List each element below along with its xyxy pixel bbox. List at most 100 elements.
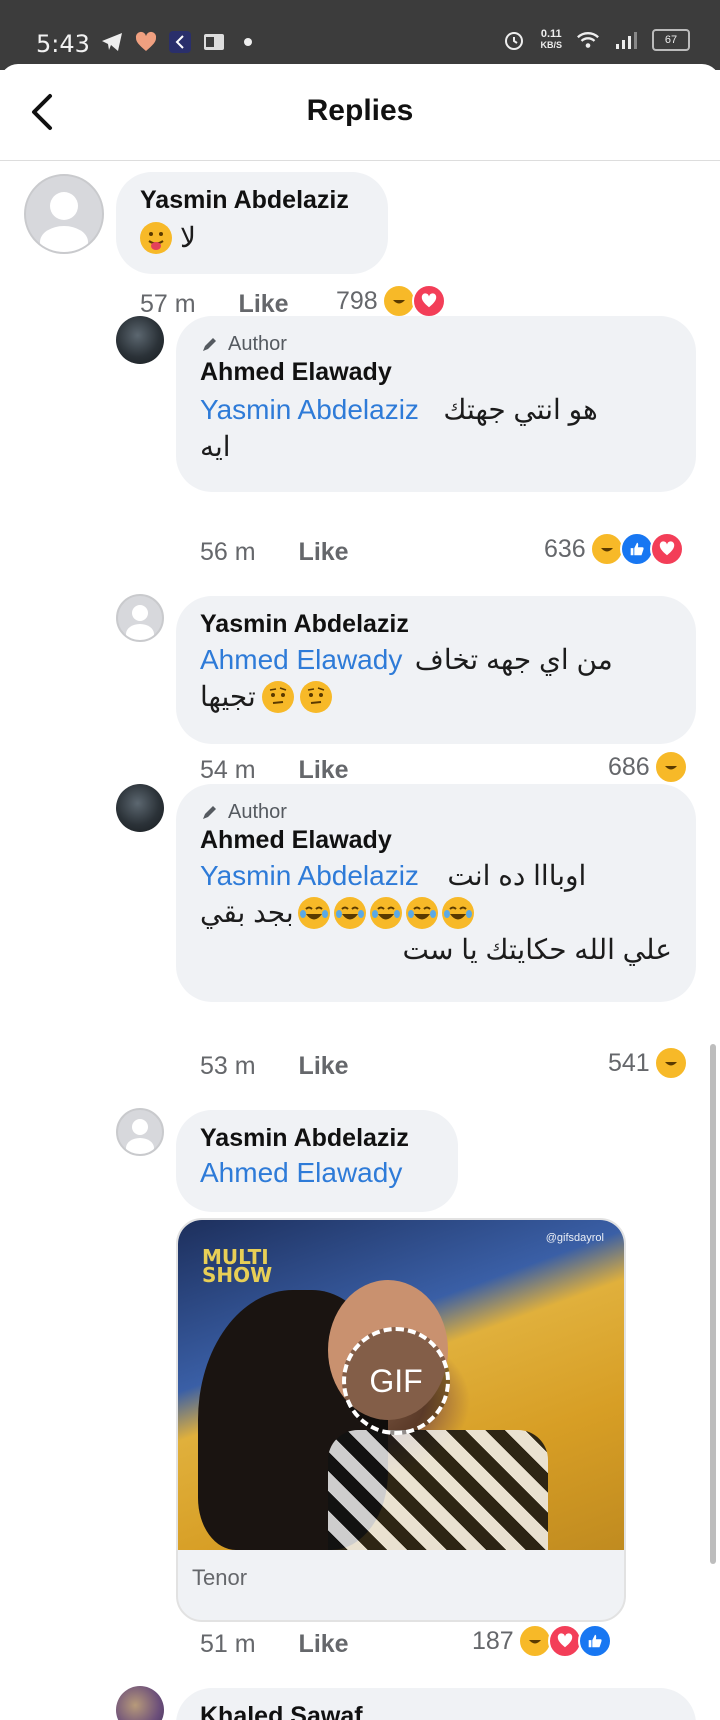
tears-of-joy-emoji-icon — [441, 896, 474, 929]
commenter-name[interactable]: Ahmed Elawady — [200, 358, 672, 387]
comment-meta: 51 m Like — [200, 1630, 349, 1659]
comment-text: ايه — [200, 431, 231, 462]
haha-reaction-icon — [589, 532, 624, 566]
comment-text: من اي جهه تخاف — [414, 644, 613, 675]
mention-link[interactable]: Ahmed Elawady — [200, 644, 402, 675]
comment-bubble[interactable]: Yasmin Abdelaziz لا — [116, 172, 388, 274]
commenter-name[interactable]: Yasmin Abdelaziz — [200, 1124, 434, 1153]
love-reaction-icon — [411, 284, 446, 318]
tears-of-joy-emoji-icon — [297, 896, 330, 929]
scrollbar[interactable] — [710, 1044, 716, 1564]
like-reaction-icon — [619, 532, 654, 566]
gif-brand-logo: MULTI SHOW — [202, 1245, 273, 1287]
like-button[interactable]: Like — [299, 756, 349, 784]
avatar[interactable] — [116, 784, 164, 832]
haha-reaction-icon — [517, 1624, 552, 1658]
reaction-count: 636 — [544, 534, 586, 563]
haha-reaction-icon — [653, 1046, 688, 1080]
comment-time: 51 m — [200, 1630, 256, 1658]
like-button[interactable]: Like — [299, 1630, 349, 1658]
comment-time: 53 m — [200, 1052, 256, 1080]
tongue-emoji-icon — [140, 221, 172, 254]
pencil-icon — [203, 338, 216, 351]
reaction-count: 798 — [336, 286, 378, 315]
comment-bubble[interactable]: Author Ahmed Elawady Yasmin Abdelaziz او… — [176, 784, 696, 1002]
reaction-count: 187 — [472, 1626, 514, 1655]
tears-of-joy-emoji-icon — [405, 896, 438, 929]
default-user-icon — [40, 192, 88, 252]
commenter-name[interactable]: Ahmed Elawady — [200, 826, 672, 855]
comment-meta: 56 m Like — [200, 538, 349, 567]
comment-time: 56 m — [200, 538, 256, 566]
default-user-icon — [126, 1119, 154, 1154]
network-speed: 0.11 KB/S — [540, 28, 562, 51]
comment-meta: 53 m Like — [200, 1052, 349, 1081]
comment-meta: 57 m Like — [140, 290, 289, 319]
comment-text: لا — [180, 222, 196, 253]
haha-reaction-icon — [381, 284, 416, 318]
app-k-icon — [168, 30, 192, 54]
status-time: 5:43 — [36, 30, 90, 58]
gif-attachment[interactable]: MULTI SHOW @gifsdayrol GIF Tenor — [176, 1218, 626, 1622]
author-badge: Author — [200, 330, 672, 358]
love-reaction-icon — [547, 1624, 582, 1658]
comment-text: علي الله حكايتك يا ست — [402, 934, 672, 965]
notification-dot-icon — [236, 30, 260, 54]
avatar[interactable] — [116, 1686, 164, 1720]
replies-sheet: Replies Yasmin Abdelaziz لا 57 m Like 79… — [0, 64, 720, 1720]
reaction-count: 686 — [608, 752, 650, 781]
alarm-icon — [502, 28, 526, 52]
comment-bubble[interactable]: Author Ahmed Elawady Yasmin Abdelaziz هو… — [176, 316, 696, 492]
signal-icon — [614, 28, 638, 52]
tears-of-joy-emoji-icon — [333, 896, 366, 929]
page-title: Replies — [306, 94, 414, 127]
health-heart-icon — [134, 30, 158, 54]
comment-bubble[interactable]: Yasmin Abdelaziz Ahmed Elawady من اي جهه… — [176, 596, 696, 744]
comment-meta: 54 m Like — [200, 756, 349, 785]
haha-reaction-icon — [653, 750, 688, 784]
wifi-icon — [576, 28, 600, 52]
comment-text: تجيها — [200, 681, 256, 712]
commenter-name[interactable]: Yasmin Abdelaziz — [140, 186, 364, 215]
like-button[interactable]: Like — [299, 538, 349, 566]
pencil-icon — [203, 806, 216, 819]
default-user-icon — [126, 605, 154, 640]
raised-eyebrow-emoji-icon — [299, 680, 332, 713]
like-button[interactable]: Like — [239, 290, 289, 318]
mention-link[interactable]: Yasmin Abdelaziz — [200, 394, 419, 425]
author-badge: Author — [200, 798, 672, 826]
commenter-name[interactable]: Yasmin Abdelaziz — [200, 610, 672, 639]
comment-time: 54 m — [200, 756, 256, 784]
battery-indicator: 67 — [652, 29, 690, 51]
reaction-summary[interactable]: 686 — [608, 750, 688, 784]
mention-link[interactable]: Ahmed Elawady — [200, 1157, 434, 1189]
raised-eyebrow-emoji-icon — [261, 680, 294, 713]
telegram-icon — [100, 30, 124, 54]
avatar[interactable] — [24, 174, 104, 254]
mention-link[interactable]: Yasmin Abdelaziz — [200, 860, 419, 891]
gif-image[interactable]: MULTI SHOW @gifsdayrol GIF — [178, 1220, 624, 1550]
comment-bubble[interactable]: Khaled Sawaf — [176, 1688, 696, 1720]
gif-watermark: @gifsdayrol — [545, 1232, 604, 1244]
like-reaction-icon — [577, 1624, 612, 1658]
avatar[interactable] — [116, 316, 164, 364]
reaction-summary[interactable]: 187 — [472, 1624, 612, 1658]
avatar[interactable] — [116, 1108, 164, 1156]
gif-source: Tenor — [192, 1565, 248, 1590]
reaction-summary[interactable]: 636 — [544, 532, 684, 566]
outlook-icon — [202, 30, 226, 54]
love-reaction-icon — [649, 532, 684, 566]
reaction-count: 541 — [608, 1048, 650, 1077]
comment-text: هو انتي جهتك — [443, 394, 598, 425]
reaction-summary[interactable]: 798 — [336, 284, 446, 318]
status-bar: 5:43 0.11 KB/S 67 — [0, 0, 720, 70]
like-button[interactable]: Like — [299, 1052, 349, 1080]
gif-play-button[interactable]: GIF — [342, 1327, 450, 1435]
avatar[interactable] — [116, 594, 164, 642]
comment-text: بجد بقي — [200, 897, 294, 928]
commenter-name[interactable]: Khaled Sawaf — [200, 1702, 672, 1720]
reaction-summary[interactable]: 541 — [608, 1046, 688, 1080]
comment-time: 57 m — [140, 290, 196, 318]
comment-bubble[interactable]: Yasmin Abdelaziz Ahmed Elawady — [176, 1110, 458, 1212]
tears-of-joy-emoji-icon — [369, 896, 402, 929]
